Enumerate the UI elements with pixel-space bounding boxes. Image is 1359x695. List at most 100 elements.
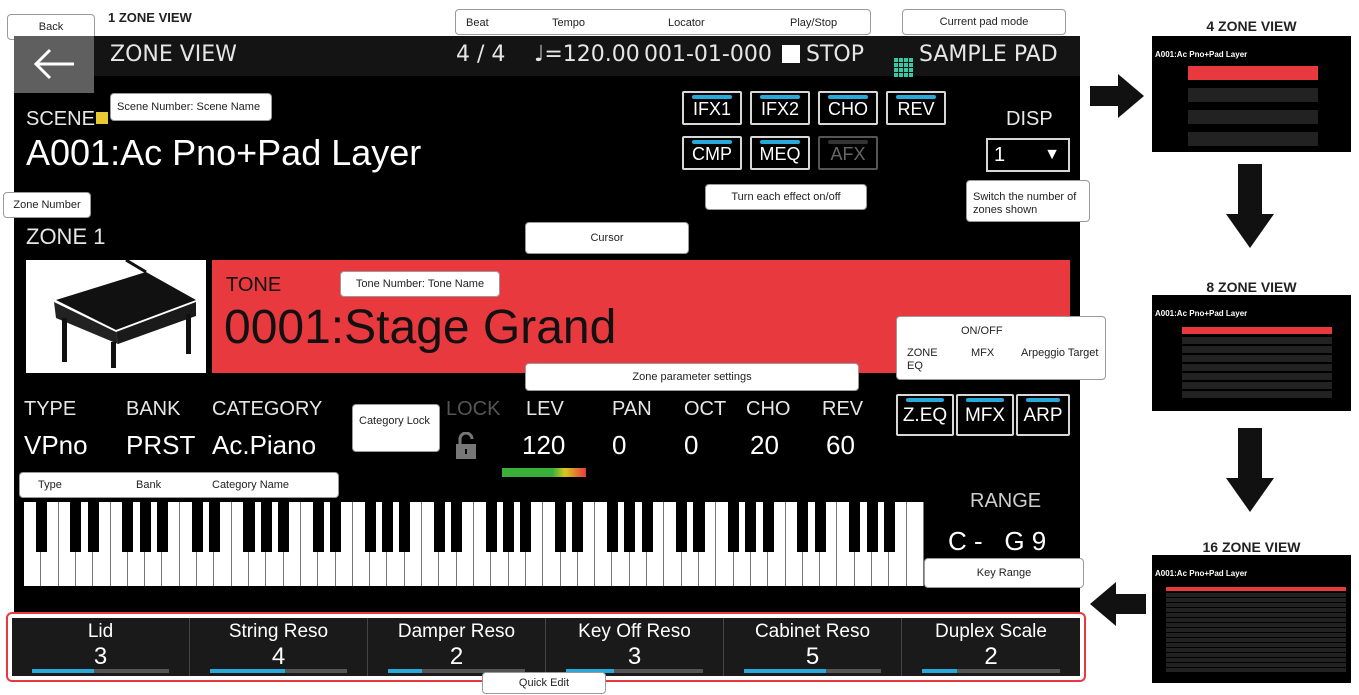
meq-button[interactable]: MEQ (750, 136, 810, 170)
quick-edit-value: 2 (984, 643, 998, 670)
callout-onoff: ON/OFF ZONE EQ MFX Arpeggio Target (896, 316, 1106, 380)
arp-button[interactable]: ARP (1016, 394, 1070, 436)
four-zone-thumb[interactable]: A001:Ac Pno+Pad Layer (1152, 36, 1351, 152)
black-key (122, 502, 134, 552)
bank-value[interactable]: PRST (126, 430, 195, 461)
rev-button[interactable]: REV (886, 91, 946, 125)
cho-value[interactable]: 20 (750, 430, 779, 461)
black-key (641, 502, 653, 552)
beat-readout[interactable]: 4 / 4 (456, 42, 505, 67)
black-key (139, 502, 151, 552)
lock-header: LOCK (446, 398, 501, 420)
callout-play-stop: Play/Stop (790, 17, 838, 29)
eight-zone-scene: A001:Ac Pno+Pad Layer (1155, 309, 1248, 318)
callout-zone-params: Zone parameter settings (525, 363, 859, 391)
quick-edit-value: 4 (271, 643, 286, 670)
callout-transport: Beat Tempo Locator Play/Stop (455, 9, 871, 35)
eight-zone-title: 8 ZONE VIEW (1206, 279, 1297, 295)
stop-icon (782, 45, 800, 63)
ifx1-button[interactable]: IFX1 (682, 91, 742, 125)
locator-readout[interactable]: 001-01-000 (644, 42, 772, 67)
black-key (866, 502, 878, 552)
black-key (312, 502, 324, 552)
black-key (520, 502, 532, 552)
quick-edit-name: String Reso (228, 621, 329, 642)
back-arrow-icon (33, 48, 74, 80)
quick-edit-value: 2 (449, 643, 464, 670)
cmp-button[interactable]: CMP (682, 136, 742, 170)
eight-zone-rows (1182, 337, 1332, 399)
rev-value[interactable]: 60 (826, 430, 855, 461)
dropdown-arrow-icon: ▼ (1044, 146, 1060, 163)
black-key (260, 502, 272, 552)
lev-value[interactable]: 120 (522, 430, 565, 461)
play-stop-button[interactable]: STOP (782, 42, 864, 67)
oct-value[interactable]: 0 (684, 430, 698, 461)
four-zone-scene: A001:Ac Pno+Pad Layer (1155, 50, 1248, 59)
keyboard-range[interactable] (24, 502, 924, 586)
range-value[interactable]: C - G 9 (948, 526, 1046, 557)
quick-edit-value: 3 (93, 643, 108, 670)
category-value[interactable]: Ac.Piano (212, 430, 316, 461)
callout-cursor: Cursor (525, 222, 689, 254)
quick-edit-name: Key Off Reso (578, 621, 691, 642)
pan-value[interactable]: 0 (612, 430, 626, 461)
quick-edit-name: Damper Reso (397, 621, 516, 642)
sixteen-zone-thumb[interactable]: A001:Ac Pno+Pad Layer (1152, 555, 1351, 683)
mfx-button[interactable]: MFX (956, 394, 1014, 436)
quick-edit-item[interactable]: Lid 3 (12, 618, 190, 676)
black-key (762, 502, 774, 552)
quick-edit-name: Lid (87, 621, 114, 642)
zone-eq-button[interactable]: Z.EQ (896, 394, 954, 436)
four-zone-row-1 (1188, 66, 1318, 80)
quick-edit-strip: Lid 3 String Reso 4 Damper Reso 2 Key Off Reso… (12, 618, 1080, 676)
pad-mode-button[interactable]: SAMPLE PAD (894, 42, 1058, 77)
four-zone-row-2 (1188, 88, 1318, 102)
sixteen-zone-title: 16 ZONE VIEW (1202, 539, 1301, 555)
black-key (364, 502, 376, 552)
quick-edit-value: 5 (805, 643, 820, 670)
black-key (485, 502, 497, 552)
four-zone-row-3 (1188, 110, 1318, 124)
callout-scene: Scene Number: Scene Name (110, 93, 272, 121)
quick-edit-item[interactable]: Key Off Reso 3 (546, 618, 724, 676)
tone-name: 0001:Stage Grand (224, 301, 617, 354)
scene-star-icon (96, 112, 108, 124)
callout-zone-number: Zone Number (3, 192, 91, 218)
back-button[interactable] (14, 36, 94, 93)
callout-tone: Tone Number: Tone Name (340, 271, 500, 297)
black-key (399, 502, 411, 552)
quick-edit-item[interactable]: String Reso 4 (190, 618, 368, 676)
scene-name[interactable]: A001:Ac Pno+Pad Layer (26, 132, 421, 174)
quick-edit-item[interactable]: Cabinet Reso 5 (724, 618, 902, 676)
callout-bank: Bank (136, 479, 162, 491)
black-key (503, 502, 515, 552)
quick-edit-item[interactable]: Damper Reso 2 (368, 618, 546, 676)
black-key (208, 502, 220, 552)
eight-zone-thumb[interactable]: A001:Ac Pno+Pad Layer (1152, 295, 1351, 411)
disp-select[interactable]: 1 ▼ (986, 138, 1070, 172)
black-key (555, 502, 567, 552)
pan-header: PAN (612, 398, 652, 420)
black-key (278, 502, 290, 552)
type-value[interactable]: VPno (24, 430, 88, 461)
callout-effects: Turn each effect on/off (705, 184, 867, 210)
lock-icon[interactable] (454, 431, 478, 465)
black-key (624, 502, 636, 552)
black-key (693, 502, 705, 552)
black-key (156, 502, 168, 552)
black-key (191, 502, 203, 552)
quick-edit-item[interactable]: Duplex Scale 2 (902, 618, 1080, 676)
lev-header: LEV (526, 398, 564, 420)
callout-locator: Locator (668, 17, 705, 29)
zone-label: ZONE 1 (26, 224, 106, 249)
ifx2-button[interactable]: IFX2 (750, 91, 810, 125)
quick-edit-bar (922, 669, 1060, 673)
play-state-label: STOP (806, 42, 864, 67)
afx-button[interactable]: AFX (818, 136, 878, 170)
black-key (35, 502, 47, 552)
cho-button[interactable]: CHO (818, 91, 878, 125)
pad-mode-label: SAMPLE PAD (919, 42, 1058, 67)
right-arrow-icon (1090, 74, 1144, 118)
tempo-readout[interactable]: ♩=120.00 (534, 42, 640, 67)
